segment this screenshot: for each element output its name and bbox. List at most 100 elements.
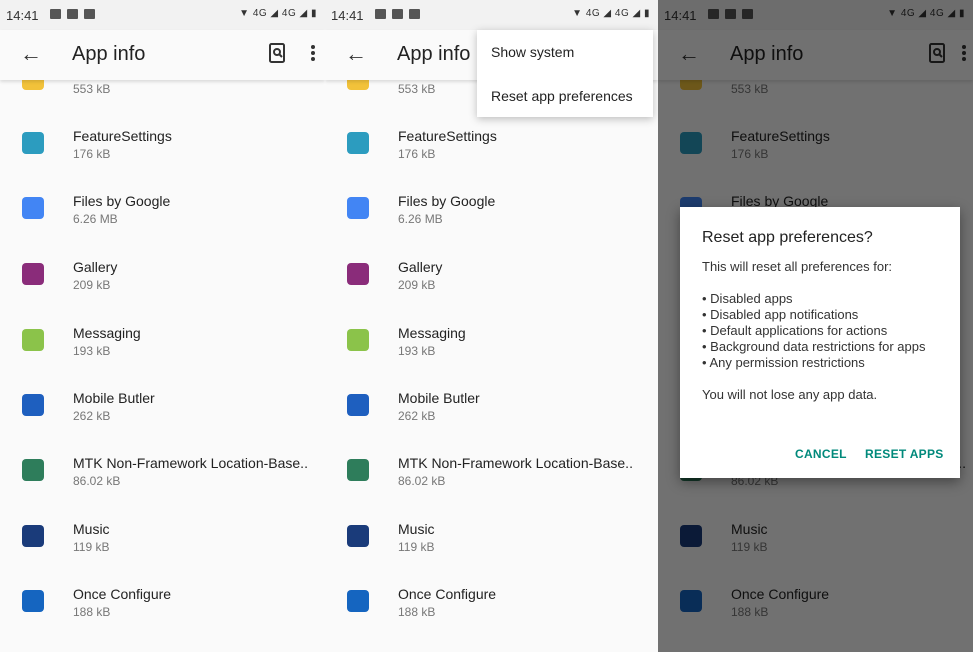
calendar-icon — [409, 9, 420, 19]
app-icon — [347, 132, 369, 154]
app-icon — [22, 132, 44, 154]
app-name: Messaging — [73, 325, 141, 341]
dialog-outro: You will not lose any app data. — [702, 387, 878, 402]
signal-battery-indicator: ▼ 4G ◢ 4G ◢ ▮ — [239, 8, 317, 19]
app-size: 553 kB — [398, 82, 436, 96]
app-size: 262 kB — [398, 409, 436, 423]
app-name: Music — [73, 521, 110, 537]
cancel-button[interactable]: CANCEL — [795, 447, 847, 461]
app-icon — [22, 197, 44, 219]
image-icon — [50, 9, 61, 19]
screen-app-list-menu: 14:41 ▼ 4G ◢ 4G ◢ ▮ ← App info Show syst… — [325, 0, 658, 652]
app-icon — [347, 459, 369, 481]
app-bar: ← App info — [0, 30, 325, 80]
app-list-item[interactable]: Files by Google 6.26 MB — [0, 193, 325, 258]
page-title: App info — [72, 43, 146, 65]
app-list-item[interactable]: Messaging 193 kB — [0, 325, 325, 390]
dialog-title: Reset app preferences? — [702, 229, 873, 246]
app-list-item[interactable]: Music 119 kB — [325, 521, 658, 586]
dialog-item: • Disabled apps — [702, 291, 793, 306]
notification-icons — [375, 9, 420, 19]
app-name: MTK Non-Framework Location-Base.. — [73, 455, 308, 471]
signal-battery-indicator: ▼ 4G ◢ 4G ◢ ▮ — [572, 8, 650, 19]
message-icon — [392, 9, 403, 19]
app-icon — [347, 394, 369, 416]
image-icon — [375, 9, 386, 19]
app-list-item[interactable]: FeatureSettings 176 kB — [0, 128, 325, 193]
app-list-item[interactable]: Gallery 209 kB — [0, 259, 325, 324]
calendar-icon — [84, 9, 95, 19]
dialog-item: • Disabled app notifications — [702, 307, 859, 322]
back-arrow-icon[interactable]: ← — [345, 41, 367, 67]
menu-item-show-system[interactable]: Show system — [491, 44, 574, 60]
screen-app-list: 14:41 ▼ 4G ◢ 4G ◢ ▮ ← App info 553 kB Fea… — [0, 0, 325, 652]
app-icon — [22, 329, 44, 351]
app-name: Messaging — [398, 325, 466, 341]
app-icon — [347, 329, 369, 351]
app-list-item[interactable]: Gallery 209 kB — [325, 259, 658, 324]
app-list-item[interactable]: Music 119 kB — [0, 521, 325, 586]
app-size: 209 kB — [398, 278, 436, 292]
more-options-icon[interactable] — [309, 42, 317, 64]
app-list-item[interactable]: Files by Google 6.26 MB — [325, 193, 658, 258]
app-icon — [22, 459, 44, 481]
page-title: App info — [397, 43, 471, 65]
app-name: FeatureSettings — [398, 128, 497, 144]
app-name: Files by Google — [73, 193, 171, 209]
app-icon — [22, 394, 44, 416]
app-size: 86.02 kB — [73, 474, 121, 488]
dialog-intro: This will reset all preferences for: — [702, 259, 893, 274]
app-list-item[interactable]: Mobile Butler 262 kB — [325, 390, 658, 455]
app-list-item[interactable]: Mobile Butler 262 kB — [0, 390, 325, 455]
screen-reset-dialog: 14:41 ▼ 4G ◢ 4G ◢ ▮ ← App info 553 kBFea… — [658, 0, 973, 652]
menu-item-reset-app-preferences[interactable]: Reset app preferences — [491, 88, 633, 104]
app-list-item[interactable]: MTK Non-Framework Location-Base.. 86.02 k… — [0, 455, 325, 520]
app-name: Files by Google — [398, 193, 496, 209]
app-name: Mobile Butler — [73, 390, 155, 406]
app-name: Music — [398, 521, 435, 537]
app-size: 176 kB — [398, 147, 436, 161]
app-name: Mobile Butler — [398, 390, 480, 406]
app-icon — [22, 590, 44, 612]
status-time: 14:41 — [331, 8, 364, 23]
app-size: 188 kB — [398, 605, 436, 619]
dialog-item: • Background data restrictions for apps — [702, 339, 926, 354]
app-icon — [347, 263, 369, 285]
app-name: Gallery — [398, 259, 443, 275]
reset-preferences-dialog: Reset app preferences? This will reset a… — [680, 207, 960, 478]
app-list-item[interactable]: Once Configure 188 kB — [325, 586, 658, 651]
app-name: MTK Non-Framework Location-Base.. — [398, 455, 633, 471]
search-document-icon[interactable] — [268, 43, 286, 63]
dialog-message: This will reset all preferences for: • D… — [702, 259, 942, 403]
app-size: 188 kB — [73, 605, 111, 619]
status-time: 14:41 — [6, 8, 39, 23]
app-name: Gallery — [73, 259, 118, 275]
status-bar: 14:41 ▼ 4G ◢ 4G ◢ ▮ — [325, 0, 658, 30]
app-size: 193 kB — [73, 344, 111, 358]
app-list-item[interactable]: Once Configure 188 kB — [0, 586, 325, 651]
dialog-item: • Default applications for actions — [702, 323, 888, 338]
back-arrow-icon[interactable]: ← — [20, 41, 42, 67]
app-size: 262 kB — [73, 409, 111, 423]
app-icon — [347, 590, 369, 612]
app-list-item[interactable]: Messaging 193 kB — [325, 325, 658, 390]
app-icon — [347, 525, 369, 547]
app-size: 176 kB — [73, 147, 111, 161]
app-icon — [22, 263, 44, 285]
app-icon — [22, 525, 44, 547]
app-size: 193 kB — [398, 344, 436, 358]
overflow-menu: Show system Reset app preferences — [477, 30, 653, 117]
reset-apps-button[interactable]: RESET APPS — [865, 447, 944, 461]
app-size: 119 kB — [398, 540, 435, 554]
dialog-item: • Any permission restrictions — [702, 355, 865, 370]
app-name: FeatureSettings — [73, 128, 172, 144]
app-size: 209 kB — [73, 278, 111, 292]
app-name: Once Configure — [398, 586, 497, 602]
app-list-item[interactable]: FeatureSettings 176 kB — [325, 128, 658, 193]
app-icon — [347, 197, 369, 219]
app-size: 6.26 MB — [398, 212, 443, 226]
app-list-item[interactable]: MTK Non-Framework Location-Base.. 86.02 k… — [325, 455, 658, 520]
app-size: 119 kB — [73, 540, 110, 554]
app-size: 6.26 MB — [73, 212, 118, 226]
notification-icons — [50, 9, 95, 19]
